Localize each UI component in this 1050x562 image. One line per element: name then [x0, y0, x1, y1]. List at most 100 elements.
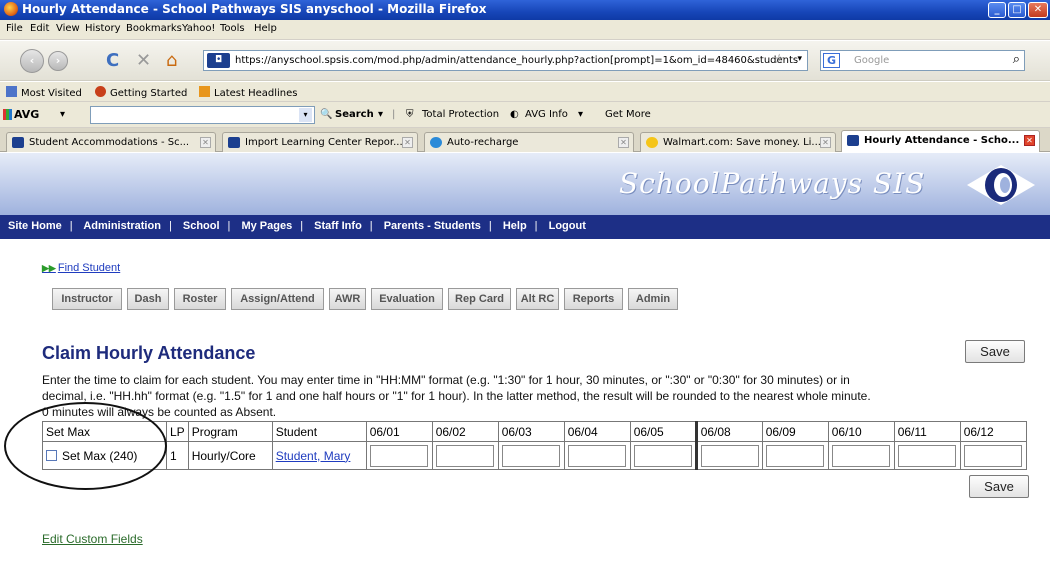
nav-logout[interactable]: Logout [549, 220, 586, 232]
tab-student-accommodations[interactable]: Student Accommodations - Sc... ✕ [6, 132, 216, 152]
close-icon[interactable]: ✕ [1024, 135, 1035, 146]
menu-help[interactable]: Help [254, 23, 277, 34]
info-icon: ◐ [510, 109, 519, 120]
time-input-0602[interactable] [435, 444, 494, 467]
nav-help[interactable]: Help [503, 220, 527, 232]
time-input-0604[interactable] [567, 444, 626, 467]
nav-administration[interactable]: Administration [83, 220, 161, 232]
avg-search-input[interactable]: ▾ [90, 106, 315, 124]
nav-parents-students[interactable]: Parents - Students [384, 220, 481, 232]
save-button-bottom[interactable]: Save [969, 475, 1029, 498]
annotation-circle [4, 402, 167, 490]
subtab-awr[interactable]: AWR [329, 288, 366, 310]
menu-tools[interactable]: Tools [220, 23, 245, 34]
site-identity-icon[interactable]: ◘ [207, 53, 230, 68]
menu-file[interactable]: File [6, 23, 23, 34]
search-box[interactable]: G Google ⌕ [820, 50, 1025, 71]
col-lp: LP [166, 421, 189, 442]
reload-icon[interactable]: C [106, 51, 119, 71]
avg-search-button[interactable]: Search [335, 109, 374, 120]
subtab-dash[interactable]: Dash [127, 288, 169, 310]
subtab-admin[interactable]: Admin [628, 288, 678, 310]
bookmark-star-icon[interactable]: ☆ [773, 52, 785, 67]
site-navigation: Site Home | Administration | School | My Pa… [0, 215, 1050, 239]
subtab-rep-card[interactable]: Rep Card [448, 288, 511, 310]
bookmark-most-visited[interactable]: Most Visited [6, 86, 82, 99]
menu-bookmarks[interactable]: Bookmarks [126, 23, 182, 34]
window-title: Hourly Attendance - School Pathways SIS … [22, 2, 487, 16]
time-cell [893, 441, 961, 470]
time-cell [959, 441, 1027, 470]
menu-history[interactable]: History [85, 23, 121, 34]
walmart-icon [646, 137, 658, 148]
col-date: 06/05 [629, 421, 697, 442]
search-icon[interactable]: ⌕ [1013, 52, 1020, 67]
nav-my-pages[interactable]: My Pages [241, 220, 292, 232]
find-student-link[interactable]: ▶▶ Find Student [42, 262, 120, 274]
chevron-down-icon[interactable]: ▾ [578, 109, 583, 120]
tab-auto-recharge[interactable]: Auto-recharge ✕ [424, 132, 634, 152]
subtab-assign-attend[interactable]: Assign/Attend [231, 288, 324, 310]
col-date: 06/03 [497, 421, 565, 442]
chevron-down-icon[interactable]: ▾ [797, 54, 802, 64]
avg-brand[interactable]: AVG [14, 108, 39, 121]
menu-yahoo[interactable]: Yahoo! [182, 23, 215, 34]
home-icon[interactable]: ⌂ [166, 51, 177, 71]
time-input-0610[interactable] [831, 444, 890, 467]
col-student: Student [271, 421, 367, 442]
get-more-button[interactable]: Get More [605, 109, 651, 120]
student-link[interactable]: Student, Mary [276, 449, 351, 463]
subtab-roster[interactable]: Roster [174, 288, 226, 310]
nav-school[interactable]: School [183, 220, 220, 232]
bookmark-getting-started[interactable]: Getting Started [95, 86, 187, 99]
time-input-0601[interactable] [369, 444, 428, 467]
time-input-0611[interactable] [897, 444, 956, 467]
time-input-0612[interactable] [963, 444, 1022, 467]
close-icon[interactable]: ✕ [402, 137, 413, 148]
nav-separator: | [227, 220, 231, 232]
chevron-down-icon[interactable]: ▾ [378, 109, 383, 120]
subtab-alt-rc[interactable]: Alt RC [516, 288, 559, 310]
avg-info-button[interactable]: AVG Info [525, 109, 568, 120]
col-date: 06/09 [761, 421, 829, 442]
forward-button[interactable]: › [48, 51, 68, 71]
program-cell: Hourly/Core [187, 441, 273, 470]
find-student-label[interactable]: Find Student [58, 262, 120, 274]
chevron-down-icon[interactable]: ▾ [60, 109, 65, 120]
chevron-down-icon[interactable]: ▾ [299, 108, 312, 122]
student-cell: Student, Mary [271, 441, 367, 470]
time-input-0608[interactable] [700, 444, 759, 467]
minimize-button[interactable]: _ [988, 2, 1006, 18]
address-bar[interactable]: ◘ https://anyschool.spsis.com/mod.php/ad… [203, 50, 808, 71]
tab-hourly-attendance[interactable]: Hourly Attendance - Scho... ✕ [841, 130, 1040, 152]
subtab-reports[interactable]: Reports [564, 288, 623, 310]
menu-edit[interactable]: Edit [30, 23, 49, 34]
subtab-evaluation[interactable]: Evaluation [371, 288, 443, 310]
menu-bar: File Edit View History Bookmarks Yahoo! … [0, 20, 1050, 40]
close-icon[interactable]: ✕ [618, 137, 629, 148]
google-icon[interactable]: G [823, 53, 840, 68]
time-input-0609[interactable] [765, 444, 824, 467]
search-placeholder[interactable]: Google [854, 55, 889, 66]
time-input-0603[interactable] [501, 444, 560, 467]
bookmark-latest-headlines[interactable]: Latest Headlines [199, 86, 298, 99]
instructions-line: 0 minutes will always be counted as Abse… [42, 405, 277, 419]
edit-custom-fields-link[interactable]: Edit Custom Fields [42, 532, 143, 546]
close-icon[interactable]: ✕ [200, 137, 211, 148]
stop-icon[interactable]: ✕ [136, 51, 151, 71]
col-date: 06/11 [893, 421, 961, 442]
address-text[interactable]: https://anyschool.spsis.com/mod.php/admi… [235, 55, 798, 66]
save-button-top[interactable]: Save [965, 340, 1025, 363]
subtab-instructor[interactable]: Instructor [52, 288, 122, 310]
tab-import-learning-center[interactable]: Import Learning Center Repor... ✕ [222, 132, 418, 152]
menu-view[interactable]: View [56, 23, 80, 34]
back-button[interactable]: ‹ [20, 49, 44, 73]
nav-site-home[interactable]: Site Home [8, 220, 62, 232]
tab-walmart[interactable]: Walmart.com: Save money. Li... ✕ [640, 132, 836, 152]
total-protection-button[interactable]: Total Protection [422, 109, 499, 120]
maximize-button[interactable]: □ [1008, 2, 1026, 18]
time-input-0605[interactable] [633, 444, 692, 467]
close-icon[interactable]: ✕ [820, 137, 831, 148]
nav-staff-info[interactable]: Staff Info [314, 220, 362, 232]
close-window-button[interactable]: ✕ [1028, 2, 1048, 18]
